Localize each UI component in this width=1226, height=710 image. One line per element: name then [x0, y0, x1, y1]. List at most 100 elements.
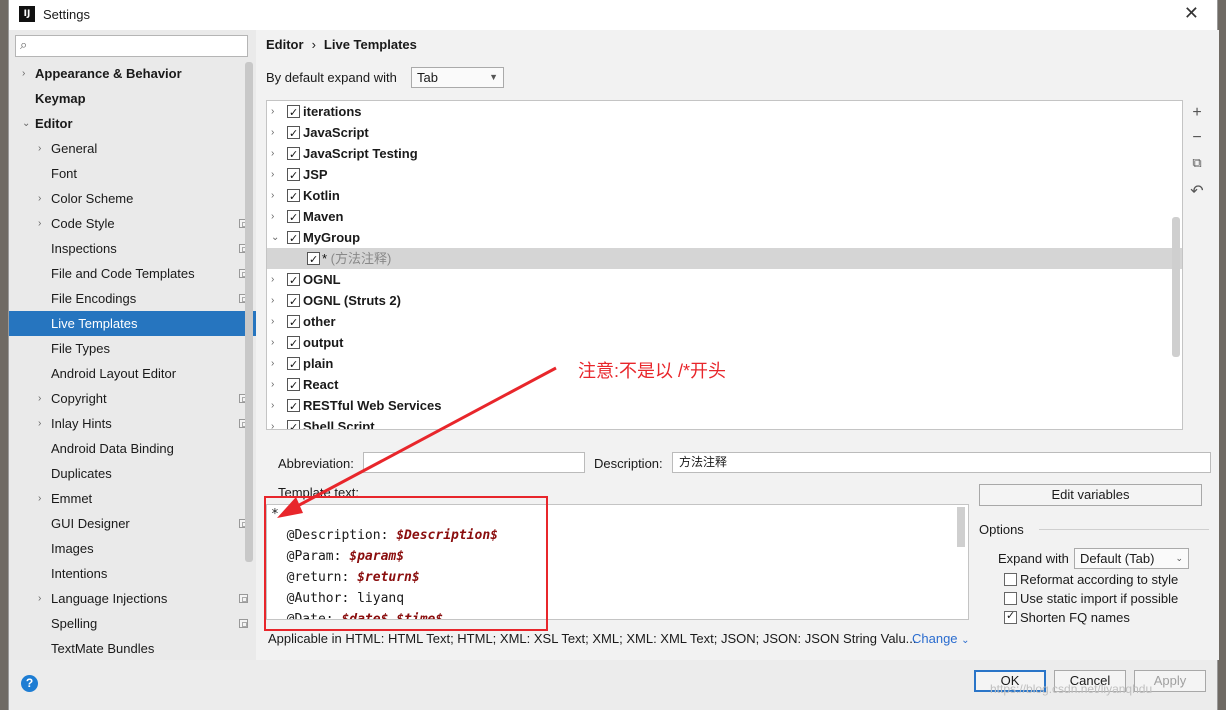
group-checkbox[interactable] [287, 270, 300, 291]
annotation-highlight-box [264, 496, 548, 631]
sidebar-item-label: Language Injections [51, 591, 168, 606]
template-group-row[interactable]: › Shell Script [267, 416, 1182, 429]
abbreviation-field[interactable] [363, 452, 585, 473]
group-checkbox[interactable] [287, 291, 300, 312]
copy-icon[interactable]: ⧉ [1190, 155, 1204, 171]
group-name: Kotlin [303, 188, 340, 203]
sidebar-item-color-scheme[interactable]: › Color Scheme [9, 186, 256, 211]
change-contexts-link[interactable]: Change ⌄ [912, 631, 970, 646]
template-group-row[interactable]: › iterations [267, 101, 1182, 123]
template-group-row[interactable]: › JavaScript Testing [267, 143, 1182, 165]
shorten-fq-label: Shorten FQ names [1020, 610, 1130, 625]
settings-search[interactable]: ⌕ [15, 35, 248, 57]
group-checkbox[interactable] [287, 144, 300, 165]
sidebar-item-file-types[interactable]: File Types [9, 336, 256, 361]
template-group-row[interactable]: › OGNL [267, 269, 1182, 291]
chevron-right-icon: › [38, 193, 42, 204]
sidebar-item-editor[interactable]: ⌄ Editor [9, 111, 256, 136]
sidebar-item-images[interactable]: Images [9, 536, 256, 561]
chevron-right-icon: › [271, 106, 275, 117]
chevron-right-icon: › [38, 218, 42, 229]
group-checkbox[interactable] [287, 333, 300, 354]
breadcrumb-current: Live Templates [323, 37, 417, 52]
template-row-selected[interactable]: * (方法注释) [267, 248, 1182, 270]
sidebar-item-label: Code Style [51, 216, 115, 231]
search-input[interactable] [38, 38, 238, 54]
edit-variables-button[interactable]: Edit variables [979, 484, 1202, 506]
template-group-row[interactable]: ⌄ MyGroup [267, 227, 1182, 249]
chevron-right-icon: › [38, 418, 42, 429]
sidebar-item-spelling[interactable]: Spelling [9, 611, 256, 636]
sidebar-item-gui-designer[interactable]: GUI Designer [9, 511, 256, 536]
group-checkbox[interactable] [287, 354, 300, 375]
sidebar-item-language-injections[interactable]: › Language Injections [9, 586, 256, 611]
group-checkbox[interactable] [287, 102, 300, 123]
group-checkbox[interactable] [287, 375, 300, 396]
expand-with-select[interactable]: Default (Tab) ⌄ [1074, 548, 1189, 569]
templates-toolbar: + − ⧉ ↶ [1184, 100, 1209, 430]
sidebar-item-copyright[interactable]: › Copyright [9, 386, 256, 411]
sidebar-item-label: Spelling [51, 616, 98, 631]
sidebar-item-keymap[interactable]: Keymap [9, 86, 256, 111]
group-checkbox[interactable] [287, 207, 300, 228]
remove-icon[interactable]: − [1190, 129, 1204, 147]
sidebar-item-label: TextMate Bundles [51, 641, 155, 656]
restore-icon[interactable]: ↶ [1190, 181, 1204, 201]
sidebar-item-android-layout-editor[interactable]: Android Layout Editor [9, 361, 256, 386]
default-expand-select[interactable]: Tab ▼ [411, 67, 504, 88]
template-group-row[interactable]: › JSP [267, 164, 1182, 186]
template-group-row[interactable]: › Kotlin [267, 185, 1182, 207]
sidebar-item-font[interactable]: Font [9, 161, 256, 186]
sidebar-item-label: Inlay Hints [51, 416, 112, 431]
sidebar-item-file-code-templates[interactable]: File and Code Templates [9, 261, 256, 286]
group-name: plain [303, 356, 334, 371]
sidebar-item-appearance[interactable]: › Appearance & Behavior [9, 61, 256, 86]
reformat-checkbox[interactable] [1004, 573, 1017, 586]
template-group-row[interactable]: › Maven [267, 206, 1182, 228]
template-group-row[interactable]: › other [267, 311, 1182, 333]
sidebar-item-live-templates[interactable]: Live Templates [9, 311, 256, 336]
sidebar-item-label: Keymap [35, 91, 86, 106]
group-checkbox[interactable] [287, 165, 300, 186]
sidebar-item-duplicates[interactable]: Duplicates [9, 461, 256, 486]
sidebar-item-intentions[interactable]: Intentions [9, 561, 256, 586]
group-checkbox[interactable] [287, 123, 300, 144]
sidebar-scrollbar[interactable] [245, 62, 253, 562]
template-group-row[interactable]: › RESTful Web Services [267, 395, 1182, 417]
template-checkbox[interactable] [307, 249, 320, 270]
group-name: JavaScript [303, 125, 369, 140]
template-group-row[interactable]: › JavaScript [267, 122, 1182, 144]
static-import-checkbox[interactable] [1004, 592, 1017, 605]
template-group-row[interactable]: › output [267, 332, 1182, 354]
group-checkbox[interactable] [287, 312, 300, 333]
sidebar-item-textmate-bundles[interactable]: TextMate Bundles [9, 636, 256, 661]
editor-scrollbar[interactable] [957, 507, 965, 547]
sidebar-item-general[interactable]: › General [9, 136, 256, 161]
group-checkbox[interactable] [287, 396, 300, 417]
group-checkbox[interactable] [287, 417, 300, 429]
sidebar-item-inspections[interactable]: Inspections [9, 236, 256, 261]
breadcrumb-parent[interactable]: Editor [266, 37, 304, 52]
group-checkbox[interactable] [287, 186, 300, 207]
group-checkbox[interactable] [287, 228, 300, 249]
template-group-row[interactable]: › OGNL (Struts 2) [267, 290, 1182, 312]
help-icon[interactable]: ? [21, 675, 38, 692]
close-icon[interactable]: ✕ [1184, 3, 1199, 24]
group-name: JSP [303, 167, 328, 182]
sidebar-item-android-data-binding[interactable]: Android Data Binding [9, 436, 256, 461]
default-expand-value: Tab [417, 70, 438, 85]
sidebar-item-emmet[interactable]: › Emmet [9, 486, 256, 511]
shorten-fq-checkbox[interactable] [1004, 609, 1017, 624]
sidebar-item-label: Android Layout Editor [51, 366, 177, 381]
chevron-right-icon: › [271, 211, 275, 222]
sidebar-item-code-style[interactable]: › Code Style [9, 211, 256, 236]
sidebar-item-label: Emmet [51, 491, 93, 506]
templates-scrollbar[interactable] [1172, 217, 1180, 357]
options-divider [1039, 529, 1209, 530]
description-field[interactable]: 方法注释 [672, 452, 1211, 473]
sidebar-item-inlay-hints[interactable]: › Inlay Hints [9, 411, 256, 436]
sidebar-item-file-encodings[interactable]: File Encodings [9, 286, 256, 311]
group-name: OGNL (Struts 2) [303, 293, 401, 308]
add-icon[interactable]: + [1190, 104, 1204, 122]
change-link-label: Change [912, 631, 958, 646]
